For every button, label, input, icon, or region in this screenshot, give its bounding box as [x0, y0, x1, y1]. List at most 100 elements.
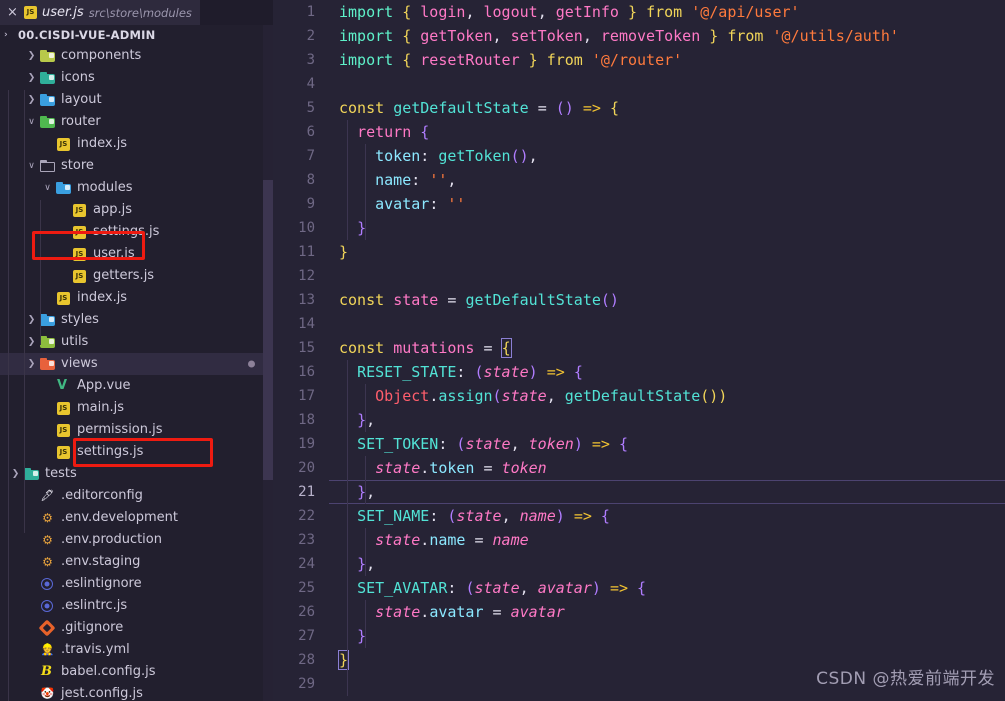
tree-item-modules[interactable]: ∨ modules [0, 177, 273, 199]
chevron-right-icon[interactable]: ❯ [8, 463, 23, 485]
code-line-text[interactable]: import { resetRouter } from '@/router' [339, 48, 682, 72]
code-line-text[interactable]: return { [339, 120, 429, 144]
tree-item-router[interactable]: ∨ router [0, 111, 273, 133]
code-line-16[interactable]: 16 RESET_STATE: (state) => { [273, 360, 1005, 384]
tree-item-permission-js[interactable]: ·JS permission.js [0, 419, 273, 441]
code-line-text[interactable]: state.token = token [339, 456, 547, 480]
code-line-text[interactable]: import { login, logout, getInfo } from '… [339, 0, 800, 24]
code-line-text[interactable]: const mutations = { [339, 336, 512, 360]
tree-item--eslintrc-js[interactable]: · .eslintrc.js [0, 595, 273, 617]
editor-tab-user-js[interactable]: × JS user.js src\store\modules [0, 0, 200, 25]
code-line-text[interactable]: } [339, 216, 366, 240]
code-line-text[interactable]: SET_NAME: (state, name) => { [339, 504, 610, 528]
tree-item-components[interactable]: ❯ components [0, 45, 273, 67]
code-line-1[interactable]: 1 import { login, logout, getInfo } from … [273, 0, 1005, 24]
code-line-26[interactable]: 26 state.avatar = avatar [273, 600, 1005, 624]
code-line-3[interactable]: 3 import { resetRouter } from '@/router' [273, 48, 1005, 72]
code-line-text[interactable]: } [339, 624, 366, 648]
tree-item--eslintignore[interactable]: · .eslintignore [0, 573, 273, 595]
tree-spacer: · [24, 617, 39, 639]
code-line-27[interactable]: 27 } [273, 624, 1005, 648]
code-line-23[interactable]: 23 state.name = name [273, 528, 1005, 552]
sidebar-scrollbar[interactable] [263, 25, 273, 701]
tree-item-main-js[interactable]: ·JS main.js [0, 397, 273, 419]
tree-item--editorconfig[interactable]: ·🖋 .editorconfig [0, 485, 273, 507]
code-line-24[interactable]: 24 }, [273, 552, 1005, 576]
tree-item--travis-yml[interactable]: ·👷 .travis.yml [0, 639, 273, 661]
code-line-15[interactable]: 15 const mutations = { [273, 336, 1005, 360]
code-line-7[interactable]: 7 token: getToken(), [273, 144, 1005, 168]
code-line-17[interactable]: 17 Object.assign(state, getDefaultState(… [273, 384, 1005, 408]
tree-item-icons[interactable]: ❯ icons [0, 67, 273, 89]
code-line-13[interactable]: 13 const state = getDefaultState() [273, 288, 1005, 312]
code-line-18[interactable]: 18 }, [273, 408, 1005, 432]
tree-item-views[interactable]: ❯ views [0, 353, 273, 375]
tree-item-index-js[interactable]: ·JS index.js [0, 133, 273, 155]
code-line-text[interactable]: }, [339, 408, 375, 432]
code-line-5[interactable]: 5 const getDefaultState = () => { [273, 96, 1005, 120]
code-line-text[interactable]: }, [339, 552, 375, 576]
code-line-text[interactable]: name: '', [339, 168, 456, 192]
tree-item-jest-config-js[interactable]: ·🤡 jest.config.js [0, 683, 273, 701]
close-icon[interactable]: × [6, 6, 19, 19]
chevron-right-icon[interactable]: ❯ [24, 309, 39, 331]
chevron-down-icon[interactable]: ∨ [24, 111, 39, 133]
code-line-9[interactable]: 9 avatar: '' [273, 192, 1005, 216]
code-line-text[interactable]: const state = getDefaultState() [339, 288, 619, 312]
code-line-20[interactable]: 20 state.token = token [273, 456, 1005, 480]
code-line-text[interactable]: const getDefaultState = () => { [339, 96, 619, 120]
explorer-root-title[interactable]: › 00.CISDI-VUE-ADMIN [0, 25, 273, 45]
code-line-22[interactable]: 22 SET_NAME: (state, name) => { [273, 504, 1005, 528]
tree-item--gitignore[interactable]: · .gitignore [0, 617, 273, 639]
chevron-right-icon[interactable]: ❯ [24, 67, 39, 89]
code-content[interactable]: 1 import { login, logout, getInfo } from … [273, 0, 1005, 696]
tree-spacer: · [56, 199, 71, 221]
tree-spacer: · [56, 265, 71, 287]
code-line-21[interactable]: 21 }, [273, 480, 1005, 504]
tree-item-settings-js[interactable]: ·JS settings.js [0, 441, 273, 463]
code-line-text[interactable]: }, [339, 480, 375, 504]
tree-item-layout[interactable]: ❯ layout [0, 89, 273, 111]
code-line-text[interactable]: SET_AVATAR: (state, avatar) => { [339, 576, 646, 600]
code-line-12[interactable]: 12 [273, 264, 1005, 288]
chevron-right-icon[interactable]: ❯ [24, 45, 39, 67]
code-token: from [727, 27, 764, 45]
code-token: () [555, 99, 574, 117]
tree-item-store[interactable]: ∨ store [0, 155, 273, 177]
code-line-11[interactable]: 11} [273, 240, 1005, 264]
code-line-19[interactable]: 19 SET_TOKEN: (state, token) => { [273, 432, 1005, 456]
code-line-4[interactable]: 4 [273, 72, 1005, 96]
sidebar-scrollbar-thumb[interactable] [263, 180, 273, 480]
code-line-text[interactable]: import { getToken, setToken, removeToken… [339, 24, 899, 48]
code-line-text[interactable]: } [339, 240, 348, 264]
tree-item-babel-config-js[interactable]: ·Bbabel.config.js [0, 661, 273, 683]
chevron-down-icon[interactable]: ∨ [40, 177, 55, 199]
code-token: avatar [429, 603, 484, 621]
chevron-right-icon[interactable]: ❯ [24, 89, 39, 111]
code-line-25[interactable]: 25 SET_AVATAR: (state, avatar) => { [273, 576, 1005, 600]
code-editor[interactable]: 1 import { login, logout, getInfo } from … [273, 0, 1005, 701]
js-file-icon: JS [24, 6, 37, 19]
code-line-10[interactable]: 10 } [273, 216, 1005, 240]
code-line-text[interactable]: avatar: '' [339, 192, 465, 216]
code-line-text[interactable]: state.name = name [339, 528, 529, 552]
chevron-right-icon[interactable]: ❯ [24, 353, 39, 375]
tree-item-tests[interactable]: ❯ tests [0, 463, 273, 485]
code-line-14[interactable]: 14 [273, 312, 1005, 336]
code-line-text[interactable]: Object.assign(state, getDefaultState()) [339, 384, 727, 408]
code-line-2[interactable]: 2 import { getToken, setToken, removeToke… [273, 24, 1005, 48]
tree-item--env-staging[interactable]: ·⚙ .env.staging [0, 551, 273, 573]
tree-item-app-vue[interactable]: ·V App.vue [0, 375, 273, 397]
code-line-6[interactable]: 6 return { [273, 120, 1005, 144]
chevron-right-icon[interactable]: ❯ [24, 331, 39, 353]
tree-item--env-production[interactable]: ·⚙ .env.production [0, 529, 273, 551]
code-line-text[interactable]: SET_TOKEN: (state, token) => { [339, 432, 628, 456]
code-line-text[interactable]: state.avatar = avatar [339, 600, 565, 624]
tree-item-label: tests [45, 466, 77, 481]
tree-item--env-development[interactable]: ·⚙ .env.development [0, 507, 273, 529]
code-line-text[interactable]: RESET_STATE: (state) => { [339, 360, 583, 384]
code-line-8[interactable]: 8 name: '', [273, 168, 1005, 192]
code-line-text[interactable]: token: getToken(), [339, 144, 538, 168]
chevron-down-icon[interactable]: ∨ [24, 155, 39, 177]
